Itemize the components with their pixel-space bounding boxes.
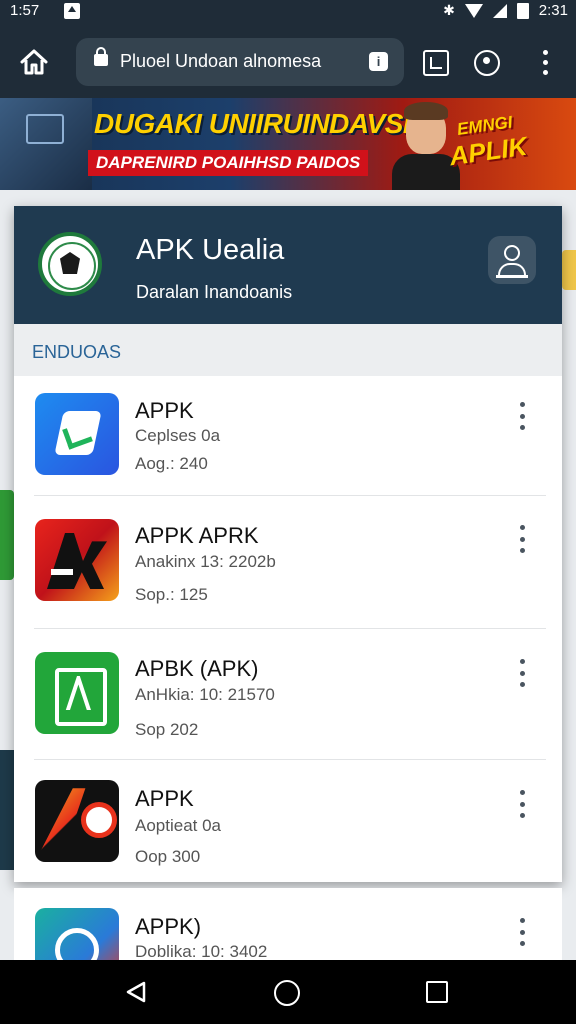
app-name: APPK xyxy=(135,786,194,811)
signal-icon xyxy=(492,3,507,18)
site-info-icon[interactable]: i xyxy=(369,52,388,71)
app-name: APPK xyxy=(135,398,194,423)
tab-switcher-icon[interactable] xyxy=(423,50,449,76)
status-bar: 1:57 ✱ 2:31 xyxy=(0,0,576,24)
status-time: 1:57 xyxy=(10,2,40,19)
card-subtitle: Daralan Inandoanis xyxy=(136,282,293,302)
user-profile-button[interactable] xyxy=(488,236,536,284)
app-meta: Doblika: 10: 3402 xyxy=(135,942,268,960)
system-navigation-bar xyxy=(0,960,576,1024)
notification-icon xyxy=(64,3,80,19)
background-strip xyxy=(562,250,576,290)
card-title: APK Uealia xyxy=(136,234,285,266)
more-options-icon[interactable] xyxy=(516,402,528,430)
black-red-swirl-icon xyxy=(35,780,119,862)
section-label: ENDUOAS xyxy=(14,324,562,376)
app-meta: Anakinx 13: 2202b xyxy=(135,552,276,571)
address-bar[interactable]: Pluoel Undoan alnomesa i xyxy=(76,38,404,86)
promo-banner[interactable]: DUGAKI UNIIRUINDAVSIA DAPRENIRD POAIHHSD… xyxy=(0,98,576,190)
app-list-item[interactable]: APPK Ceplses 0a Aog.: 240 xyxy=(14,376,562,496)
app-meta: Sop.: 125 xyxy=(135,585,208,604)
app-meta: Oop 300 xyxy=(135,847,201,866)
more-options-icon[interactable] xyxy=(516,525,528,553)
app-name: APBK (APK) xyxy=(135,656,259,681)
app-name: APPK APRK xyxy=(135,523,259,548)
card-header: APK Uealia Daralan Inandoanis xyxy=(14,206,562,324)
lock-icon xyxy=(94,47,108,66)
app-list-item[interactable]: APBK (APK) AnHkia: 10: 21570 Sop 202 xyxy=(14,629,562,760)
teal-orb-icon xyxy=(35,908,119,960)
banner-store-image xyxy=(0,98,92,190)
background-strip xyxy=(0,490,14,580)
app-list-item[interactable]: APPK) Doblika: 10: 3402 xyxy=(14,888,562,960)
browser-toolbar: Pluoel Undoan alnomesa i xyxy=(0,24,576,98)
battery-icon xyxy=(516,2,529,19)
status-clock: 2:31 xyxy=(538,2,568,19)
app-meta: Aoptieat 0a xyxy=(135,816,222,835)
app-meta: Sop 202 xyxy=(135,720,199,739)
system-indicators: ✱ 2:31 xyxy=(443,2,568,19)
background-strip xyxy=(0,750,14,870)
banner-cta[interactable]: EMNGI APLIK xyxy=(442,110,534,187)
blue-document-app-icon xyxy=(35,393,119,475)
app-list-item[interactable]: APPK Aoptieat 0a Oop 300 xyxy=(14,760,562,882)
app-meta: Aog.: 240 xyxy=(135,454,208,473)
banner-headline: DUGAKI UNIIRUINDAVSIA xyxy=(94,108,430,139)
green-a-logo-icon xyxy=(35,652,119,734)
app-meta: Ceplses 0a xyxy=(135,426,221,445)
bluetooth-icon: ✱ xyxy=(443,2,455,18)
home-icon[interactable] xyxy=(18,46,50,78)
site-logo xyxy=(38,232,102,296)
overflow-menu-icon[interactable] xyxy=(538,50,552,76)
recent-apps-icon[interactable] xyxy=(426,981,448,1003)
banner-subline: DAPRENIRD POAIHHSD PAIDOS xyxy=(88,150,369,176)
user-icon xyxy=(504,245,520,261)
more-options-icon[interactable] xyxy=(516,918,528,946)
app-list-item[interactable]: APPK APRK Anakinx 13: 2202b Sop.: 125 xyxy=(14,496,562,629)
app-meta: AnHkia: 10: 21570 xyxy=(135,685,275,704)
app-list-card: APK Uealia Daralan Inandoanis ENDUOAS AP… xyxy=(14,206,562,882)
account-icon[interactable] xyxy=(474,50,500,76)
url-text: Pluoel Undoan alnomesa xyxy=(120,51,322,71)
app-name: APPK) xyxy=(135,914,202,939)
more-options-icon[interactable] xyxy=(516,659,528,687)
red-ak-logo-icon xyxy=(35,519,119,601)
wifi-icon xyxy=(464,3,483,18)
home-nav-icon[interactable] xyxy=(274,980,300,1006)
back-icon[interactable] xyxy=(124,980,148,1004)
more-options-icon[interactable] xyxy=(516,790,528,818)
